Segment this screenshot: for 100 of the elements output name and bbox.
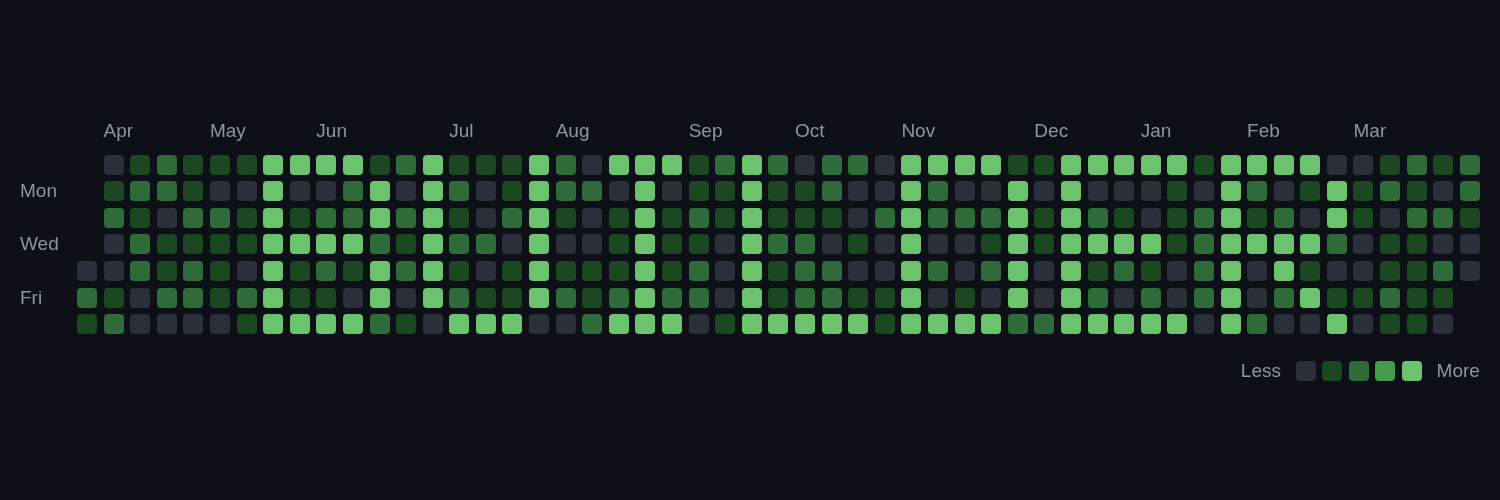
contribution-cell[interactable] [475, 260, 496, 281]
contribution-cell[interactable] [1087, 287, 1108, 308]
contribution-cell[interactable] [1087, 154, 1108, 175]
contribution-cell[interactable] [1220, 234, 1241, 255]
contribution-cell[interactable] [156, 207, 177, 228]
contribution-cell[interactable] [901, 260, 922, 281]
contribution-cell[interactable] [821, 234, 842, 255]
contribution-cell[interactable] [529, 260, 550, 281]
contribution-cell[interactable] [1326, 207, 1347, 228]
contribution-cell[interactable] [289, 234, 310, 255]
contribution-cell[interactable] [130, 181, 151, 202]
contribution-cell[interactable] [1060, 260, 1081, 281]
contribution-cell[interactable] [1007, 260, 1028, 281]
contribution-cell[interactable] [1433, 314, 1454, 335]
contribution-cell[interactable] [1034, 287, 1055, 308]
contribution-cell[interactable] [1167, 154, 1188, 175]
contribution-cell[interactable] [1087, 207, 1108, 228]
contribution-cell[interactable] [1087, 234, 1108, 255]
contribution-cell[interactable] [156, 234, 177, 255]
contribution-cell[interactable] [662, 234, 683, 255]
contribution-cell[interactable] [502, 207, 523, 228]
contribution-cell[interactable] [77, 314, 97, 335]
contribution-cell[interactable] [768, 287, 789, 308]
contribution-cell[interactable] [103, 314, 124, 335]
contribution-cell[interactable] [183, 314, 204, 335]
contribution-cell[interactable] [1300, 181, 1321, 202]
contribution-cell[interactable] [1300, 287, 1321, 308]
contribution-cell[interactable] [1380, 207, 1401, 228]
contribution-cell[interactable] [369, 287, 390, 308]
contribution-cell[interactable] [183, 234, 204, 255]
contribution-cell[interactable] [555, 207, 576, 228]
contribution-cell[interactable] [848, 181, 869, 202]
contribution-cell[interactable] [475, 181, 496, 202]
contribution-cell[interactable] [422, 154, 443, 175]
contribution-cell[interactable] [688, 234, 709, 255]
contribution-cell[interactable] [874, 207, 895, 228]
contribution-cell[interactable] [848, 154, 869, 175]
contribution-cell[interactable] [768, 181, 789, 202]
contribution-cell[interactable] [209, 287, 230, 308]
contribution-cell[interactable] [1459, 181, 1480, 202]
contribution-cell[interactable] [1353, 154, 1374, 175]
contribution-cell[interactable] [236, 314, 257, 335]
contribution-cell[interactable] [1087, 181, 1108, 202]
contribution-cell[interactable] [901, 154, 922, 175]
contribution-cell[interactable] [1007, 181, 1028, 202]
contribution-cell[interactable] [928, 181, 948, 202]
contribution-cell[interactable] [529, 154, 550, 175]
contribution-cell[interactable] [1353, 234, 1374, 255]
contribution-cell[interactable] [1459, 260, 1480, 281]
contribution-cell[interactable] [156, 154, 177, 175]
contribution-cell[interactable] [901, 314, 922, 335]
contribution-cell[interactable] [555, 260, 576, 281]
contribution-cell[interactable] [236, 234, 257, 255]
contribution-cell[interactable] [821, 260, 842, 281]
contribution-cell[interactable] [130, 207, 151, 228]
contribution-cell[interactable] [1247, 207, 1268, 228]
contribution-cell[interactable] [156, 287, 177, 308]
contribution-cell[interactable] [1114, 207, 1135, 228]
contribution-cell[interactable] [1433, 260, 1454, 281]
contribution-cell[interactable] [1220, 207, 1241, 228]
contribution-cell[interactable] [316, 314, 337, 335]
contribution-cell[interactable] [422, 181, 443, 202]
contribution-cell[interactable] [662, 287, 683, 308]
contribution-cell[interactable] [449, 234, 470, 255]
contribution-cell[interactable] [608, 260, 629, 281]
contribution-cell[interactable] [635, 181, 656, 202]
contribution-cell[interactable] [555, 234, 576, 255]
contribution-cell[interactable] [396, 260, 417, 281]
contribution-cell[interactable] [103, 181, 124, 202]
contribution-cell[interactable] [502, 260, 523, 281]
contribution-cell[interactable] [1193, 314, 1214, 335]
contribution-cell[interactable] [1193, 207, 1214, 228]
contribution-cell[interactable] [1060, 181, 1081, 202]
contribution-cell[interactable] [103, 260, 124, 281]
contribution-cell[interactable] [874, 287, 895, 308]
contribution-cell[interactable] [449, 314, 470, 335]
contribution-cell[interactable] [396, 181, 417, 202]
contribution-cell[interactable] [954, 314, 975, 335]
contribution-cell[interactable] [449, 260, 470, 281]
contribution-cell[interactable] [369, 154, 390, 175]
contribution-cell[interactable] [688, 314, 709, 335]
contribution-cell[interactable] [369, 234, 390, 255]
contribution-cell[interactable] [183, 207, 204, 228]
contribution-cell[interactable] [316, 234, 337, 255]
contribution-cell[interactable] [263, 154, 284, 175]
contribution-cell[interactable] [1220, 154, 1241, 175]
contribution-cell[interactable] [1459, 207, 1480, 228]
contribution-cell[interactable] [502, 154, 523, 175]
contribution-cell[interactable] [928, 260, 948, 281]
contribution-cell[interactable] [928, 154, 948, 175]
contribution-cell[interactable] [236, 287, 257, 308]
contribution-cell[interactable] [901, 207, 922, 228]
contribution-cell[interactable] [1380, 234, 1401, 255]
contribution-cell[interactable] [475, 287, 496, 308]
contribution-cell[interactable] [183, 287, 204, 308]
contribution-cell[interactable] [715, 287, 736, 308]
contribution-cell[interactable] [183, 154, 204, 175]
contribution-cell[interactable] [316, 154, 337, 175]
contribution-cell[interactable] [1406, 154, 1427, 175]
contribution-cell[interactable] [1247, 314, 1268, 335]
